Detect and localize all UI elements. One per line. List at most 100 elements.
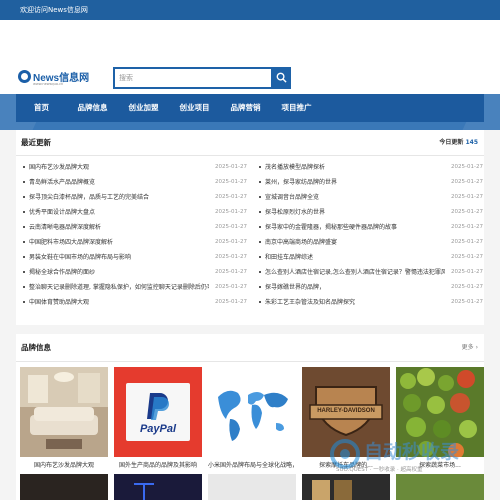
bullet-icon <box>259 271 261 273</box>
news-title[interactable]: 茂名播放模型品牌探析 <box>265 160 445 175</box>
news-date: 2025-01-27 <box>215 239 247 245</box>
news-date: 2025-01-27 <box>215 164 247 170</box>
news-date: 2025-01-27 <box>215 269 247 275</box>
bullet-icon <box>23 286 25 288</box>
search-input[interactable]: 搜索 <box>113 67 271 89</box>
list-item[interactable]: 探寻嫁礁世界的品牌， 2025-01-27 <box>257 280 483 295</box>
list-item[interactable]: 中国体育赞助品牌大观 2025-01-27 <box>21 295 247 310</box>
list-item[interactable]: 云南清晰电器品牌深度解析 2025-01-27 <box>21 220 247 235</box>
list-item[interactable]: 宣城调音台品牌全览 2025-01-27 <box>257 190 483 205</box>
more-link[interactable]: 更多 <box>462 334 478 362</box>
news-title[interactable]: 莱州，探寻家纺品牌的世界 <box>265 175 445 190</box>
nav-brand-marketing[interactable]: 品牌营销 <box>220 94 271 122</box>
list-item[interactable]: 青岛鲜活水产品品牌概览 2025-01-27 <box>21 175 247 190</box>
list-item[interactable]: 探寻家中的金霍隆器，揭秘那些硬件器品牌的故事 2025-01-27 <box>257 220 483 235</box>
recent-updates-header: 最近更新 今日更新 145 <box>16 130 484 156</box>
list-item[interactable]: 揭秘全球合作品牌的面纱 2025-01-27 <box>21 265 247 280</box>
news-title[interactable]: 探寻顶尖白漆杯品牌，品质与工艺的完美结合 <box>29 190 209 205</box>
recent-updates-panel: 最近更新 今日更新 145 国内布艺沙发品牌大观 2025-01-27 青岛鲜活水… <box>16 130 484 325</box>
card-caption[interactable]: 国内布艺沙发品牌大观 <box>20 460 108 472</box>
list-item[interactable]: 国内布艺沙发品牌大观 2025-01-27 <box>21 160 247 175</box>
bullet-icon <box>259 241 261 243</box>
news-title[interactable]: 南京中高端商场的品牌盛宴 <box>265 235 445 250</box>
list-item[interactable]: 探寻松原烈灯水的世界 2025-01-27 <box>257 205 483 220</box>
card-caption[interactable]: 小米国外品牌布局与全球化战略，... <box>208 460 296 472</box>
bullet-icon <box>259 166 261 168</box>
card-image-partial[interactable] <box>208 474 296 500</box>
news-date: 2025-01-27 <box>451 164 483 170</box>
list-item[interactable]: 探寻顶尖白漆杯品牌，品质与工艺的完美结合 2025-01-27 <box>21 190 247 205</box>
nav-home[interactable]: 首页 <box>16 94 67 122</box>
search-icon <box>276 72 287 83</box>
bullet-icon <box>23 301 25 303</box>
list-item[interactable]: 和田挂车品牌综述 2025-01-27 <box>257 250 483 265</box>
news-title[interactable]: 和田挂车品牌综述 <box>265 250 445 265</box>
card-image-sofa[interactable] <box>20 367 108 457</box>
card-image-paypal[interactable]: PayPal <box>114 367 202 457</box>
bullet-icon <box>259 196 261 198</box>
bullet-icon <box>23 181 25 183</box>
site-logo[interactable]: News信息网 www.newsquo.cn <box>18 65 89 89</box>
news-date: 2025-01-27 <box>451 299 483 305</box>
card-image-world-map[interactable] <box>208 367 296 457</box>
list-item[interactable]: 中国肥料市场四大品牌深度解析 2025-01-27 <box>21 235 247 250</box>
news-title[interactable]: 青岛鲜活水产品品牌概览 <box>29 175 209 190</box>
nav-startup-projects[interactable]: 创业项目 <box>169 94 220 122</box>
search-button[interactable] <box>271 67 291 89</box>
news-title[interactable]: 朱彩工艺王杂管法及知名品牌探究 <box>265 295 445 310</box>
paypal-logo-text: PayPal <box>139 423 177 435</box>
news-title[interactable]: 云南清晰电器品牌深度解析 <box>29 220 209 235</box>
news-title[interactable]: 中国体育赞助品牌大观 <box>29 295 209 310</box>
nav-brand-info[interactable]: 品牌信息 <box>67 94 118 122</box>
logo-icon <box>18 70 31 83</box>
card-image-partial[interactable] <box>114 474 202 500</box>
card-caption[interactable]: 国外生产商品的品牌及其影响 <box>114 460 202 472</box>
list-item[interactable]: 男装女鞋在中国市场的品牌布局与影响 2025-01-27 <box>21 250 247 265</box>
list-item[interactable]: 莱州，探寻家纺品牌的世界 2025-01-27 <box>257 175 483 190</box>
news-title[interactable]: 宣城调音台品牌全览 <box>265 190 445 205</box>
news-date: 2025-01-27 <box>451 224 483 230</box>
bullet-icon <box>23 196 25 198</box>
search-bar: 搜索 <box>113 67 291 89</box>
brand-card[interactable]: 国内布艺沙发品牌大观 <box>20 367 108 472</box>
bullet-icon <box>259 286 261 288</box>
nav-franchise[interactable]: 创业加盟 <box>118 94 169 122</box>
news-title[interactable]: 优秀平面设计品牌大盘点 <box>29 205 209 220</box>
list-item[interactable]: 南京中高端商场的品牌盛宴 2025-01-27 <box>257 235 483 250</box>
news-date: 2025-01-27 <box>215 209 247 215</box>
brand-card[interactable]: 小米国外品牌布局与全球化战略，... <box>208 367 296 472</box>
news-title[interactable]: 中国肥料市场四大品牌深度解析 <box>29 235 209 250</box>
bullet-icon <box>23 166 25 168</box>
list-item[interactable]: 怎么查别人酒店住宿记录,怎么查别人酒店住宿记录？警惕违法犯罪风险！ 2025-01… <box>257 265 483 280</box>
news-title[interactable]: 探寻松原烈灯水的世界 <box>265 205 445 220</box>
watermark-overlay: 自动秒收录 SUO.QUEST · 一秒收录 · 超高权重 <box>330 435 490 480</box>
news-date: 2025-01-27 <box>451 269 483 275</box>
list-item[interactable]: 朱彩工艺王杂管法及知名品牌探究 2025-01-27 <box>257 295 483 310</box>
bullet-icon <box>259 226 261 228</box>
watermark-text: 自动秒收录 <box>364 441 460 463</box>
today-count: 145 <box>465 139 478 146</box>
list-item[interactable]: 茂名播放模型品牌探析 2025-01-27 <box>257 160 483 175</box>
card-image-partial[interactable] <box>20 474 108 500</box>
bullet-icon <box>23 256 25 258</box>
news-date: 2025-01-27 <box>215 299 247 305</box>
news-date: 2025-01-27 <box>451 284 483 290</box>
news-list-right: 茂名播放模型品牌探析 2025-01-27 莱州，探寻家纺品牌的世界 2025-01… <box>257 160 483 310</box>
today-label: 今日更新 <box>439 139 464 146</box>
news-title[interactable]: 国内布艺沙发品牌大观 <box>29 160 209 175</box>
news-title[interactable]: 怎么查别人酒店住宿记录,怎么查别人酒店住宿记录？警惕违法犯罪风险！ <box>265 265 445 280</box>
top-welcome-bar: 欢迎访问News信息网 <box>0 0 500 20</box>
news-title[interactable]: 探寻嫁礁世界的品牌， <box>265 280 445 295</box>
news-date: 2025-01-27 <box>451 179 483 185</box>
news-title[interactable]: 探寻家中的金霍隆器，揭秘那些硬件器品牌的故事 <box>265 220 445 235</box>
bullet-icon <box>259 211 261 213</box>
bullet-icon <box>23 271 25 273</box>
nav-project-promotion[interactable]: 项目推广 <box>271 94 322 122</box>
news-title[interactable]: 整治聊天记录删除道理, 掌握隐私保护，如何监控聊天记录删除后仍可找回 <box>29 280 209 295</box>
list-item[interactable]: 整治聊天记录删除道理, 掌握隐私保护，如何监控聊天记录删除后仍可找回 2025-0… <box>21 280 247 295</box>
brand-card[interactable]: PayPal 国外生产商品的品牌及其影响 <box>114 367 202 472</box>
news-title[interactable]: 揭秘全球合作品牌的面纱 <box>29 265 209 280</box>
news-date: 2025-01-27 <box>451 254 483 260</box>
news-title[interactable]: 男装女鞋在中国市场的品牌布局与影响 <box>29 250 209 265</box>
list-item[interactable]: 优秀平面设计品牌大盘点 2025-01-27 <box>21 205 247 220</box>
